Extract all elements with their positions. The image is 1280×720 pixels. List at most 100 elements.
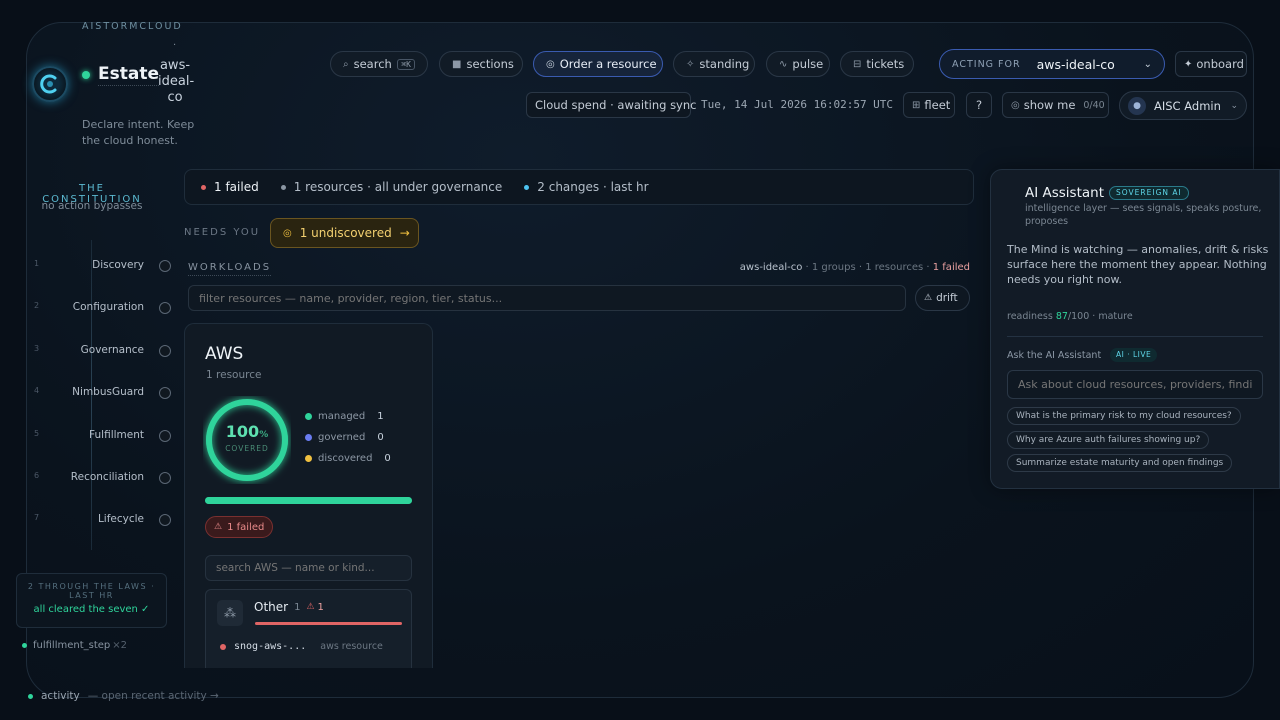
tagline: Declare intent. Keep the cloud honest. xyxy=(82,118,195,147)
onboard-button[interactable]: ✦ onboard xyxy=(1175,51,1247,77)
brand-logo-icon[interactable] xyxy=(32,66,68,102)
warning-icon: ⚠ xyxy=(214,522,223,532)
sections-button[interactable]: ■ sections xyxy=(439,51,523,77)
activity-link[interactable]: activity — open recent activity → xyxy=(28,690,219,702)
order-resource-button[interactable]: ◎ Order a resource xyxy=(533,51,663,77)
acting-for-select[interactable]: ACTING FOR aws-ideal-co ⌄ xyxy=(939,49,1165,79)
readiness: readiness 87/100 · mature xyxy=(1007,311,1133,322)
group-icon: ⁂ xyxy=(217,600,243,626)
undiscovered-button[interactable]: ◎ 1 undiscovered → xyxy=(270,218,419,248)
cloud-spend-status[interactable]: Cloud spend · awaiting sync xyxy=(526,92,696,118)
target-icon: ◎ xyxy=(1011,99,1020,111)
warning-icon: ⚠ xyxy=(924,293,933,303)
help-button[interactable]: ? xyxy=(966,92,992,118)
brand-org: AISTORMCLOUD xyxy=(82,21,183,32)
coverage-value: 100 xyxy=(225,422,260,441)
status-dot-icon xyxy=(28,693,33,699)
constitution-step-reconciliation[interactable]: 6 Reconciliation xyxy=(34,471,171,487)
coverage-bar xyxy=(205,497,412,504)
provider-count: 1 resource xyxy=(206,369,262,381)
needs-you-label: NEEDS YOU xyxy=(184,227,261,238)
tickets-button[interactable]: ⊟ tickets xyxy=(840,51,914,77)
group-title: Other 1 ⚠ 1 xyxy=(254,600,324,614)
search-button[interactable]: ⌕ search ⌘K xyxy=(330,51,428,77)
chevron-down-icon: ⌄ xyxy=(1143,58,1152,70)
ask-ai-input[interactable] xyxy=(1007,370,1263,399)
warning-icon: ⚠ xyxy=(306,602,315,612)
target-icon: ◎ xyxy=(546,58,555,70)
changes-summary: 2 changes · last hr xyxy=(537,180,649,194)
status-dot-icon xyxy=(22,643,27,648)
event-item: fulfillment_step ×2 xyxy=(22,640,127,651)
status-bar: 1 failed 1 resources · all under governa… xyxy=(184,169,974,205)
suggestion-chip[interactable]: What is the primary risk to my cloud res… xyxy=(1007,407,1241,425)
grid-icon: ■ xyxy=(452,58,462,70)
show-me-button[interactable]: ◎ show me 0/40 xyxy=(1002,92,1109,118)
fleet-icon: ⊞ xyxy=(912,99,921,111)
resource-group[interactable]: ⁂ Other 1 ⚠ 1 snog-aws-... aws resource xyxy=(205,589,412,668)
constitution-subtitle: no action bypasses xyxy=(41,200,143,212)
target-icon: ◎ xyxy=(283,227,292,239)
sparkle-icon: ✦ xyxy=(1184,58,1193,70)
group-fail-bar xyxy=(255,622,402,625)
step-status-icon xyxy=(159,387,171,399)
workloads-label: WORKLOADS xyxy=(188,262,272,276)
arrow-right-icon: → xyxy=(399,226,410,240)
sparkle-icon: ✧ xyxy=(686,58,695,70)
constitution-step-discovery[interactable]: 1 Discovery xyxy=(34,259,171,275)
constitution-step-lifecycle[interactable]: 7 Lifecycle xyxy=(34,513,171,529)
constitution-step-configuration[interactable]: 2 Configuration xyxy=(34,301,171,317)
step-status-icon xyxy=(159,430,171,442)
user-menu[interactable]: ● AISC Admin ⌄ xyxy=(1119,91,1247,120)
coverage-ring: 100% COVERED xyxy=(203,396,291,484)
chevron-down-icon: ⌄ xyxy=(1230,100,1238,111)
provider-search-input[interactable] xyxy=(205,555,412,581)
legend-discovered: discovered 0 xyxy=(305,453,391,464)
search-icon: ⌕ xyxy=(343,58,349,70)
laws-summary[interactable]: 2 THROUGH THE LAWS · LAST HR all cleared… xyxy=(16,573,167,628)
ticket-icon: ⊟ xyxy=(853,58,862,70)
divider xyxy=(1007,336,1263,337)
suggestion-chip[interactable]: Summarize estate maturity and open findi… xyxy=(1007,454,1233,472)
step-status-icon xyxy=(159,260,171,272)
step-status-icon xyxy=(159,345,171,357)
resource-row[interactable]: snog-aws-... aws resource xyxy=(220,641,400,652)
filter-resources-input[interactable] xyxy=(188,285,906,311)
ask-label: Ask the AI Assistant xyxy=(1007,350,1102,361)
failed-count[interactable]: 1 failed xyxy=(214,180,259,194)
changes-dot-icon xyxy=(524,184,530,190)
legend-governed: governed 0 xyxy=(305,432,384,443)
tenant-name: aws- ideal- co xyxy=(158,58,195,105)
sovereign-badge: SOVEREIGN AI xyxy=(1109,186,1189,200)
coverage-label: COVERED xyxy=(225,444,269,453)
workloads-summary: aws-ideal-co · 1 groups · 1 resources · … xyxy=(739,262,970,273)
ai-subtitle: intelligence layer — sees signals, speak… xyxy=(1025,203,1262,227)
step-status-icon xyxy=(159,302,171,314)
pulse-icon: ∿ xyxy=(779,58,788,70)
failed-dot-icon xyxy=(201,184,206,190)
step-status-icon xyxy=(159,514,171,526)
status-dot-icon xyxy=(82,71,90,79)
ai-message: The Mind is watching — anomalies, drift … xyxy=(1007,243,1269,286)
failed-dot-icon xyxy=(220,643,226,650)
constitution-step-nimbusguard[interactable]: 4 NimbusGuard xyxy=(34,386,171,402)
provider-name: AWS xyxy=(205,344,244,364)
live-badge: AI · LIVE xyxy=(1110,348,1158,362)
drift-button[interactable]: ⚠ drift xyxy=(915,285,970,311)
resources-summary: 1 resources · all under governance xyxy=(293,180,503,194)
legend-managed: managed 1 xyxy=(305,411,384,422)
page-title: Estate xyxy=(98,64,159,86)
step-status-icon xyxy=(159,472,171,484)
suggestion-chip[interactable]: Why are Azure auth failures showing up? xyxy=(1007,431,1210,449)
constitution-step-fulfillment[interactable]: 5 Fulfillment xyxy=(34,429,171,445)
tenant-dot: · xyxy=(173,40,177,51)
avatar: ● xyxy=(1128,96,1146,115)
fleet-button[interactable]: ⊞ fleet xyxy=(903,92,955,118)
standing-button[interactable]: ✧ standing xyxy=(673,51,755,77)
pulse-button[interactable]: ∿ pulse xyxy=(766,51,830,77)
constitution-step-governance[interactable]: 3 Governance xyxy=(34,344,171,360)
clock: Tue, 14 Jul 2026 16:02:57 UTC xyxy=(701,98,894,111)
resource-dot-icon xyxy=(280,184,286,190)
failed-badge[interactable]: ⚠ 1 failed xyxy=(205,516,274,538)
ai-title: AI Assistant xyxy=(1025,185,1105,201)
